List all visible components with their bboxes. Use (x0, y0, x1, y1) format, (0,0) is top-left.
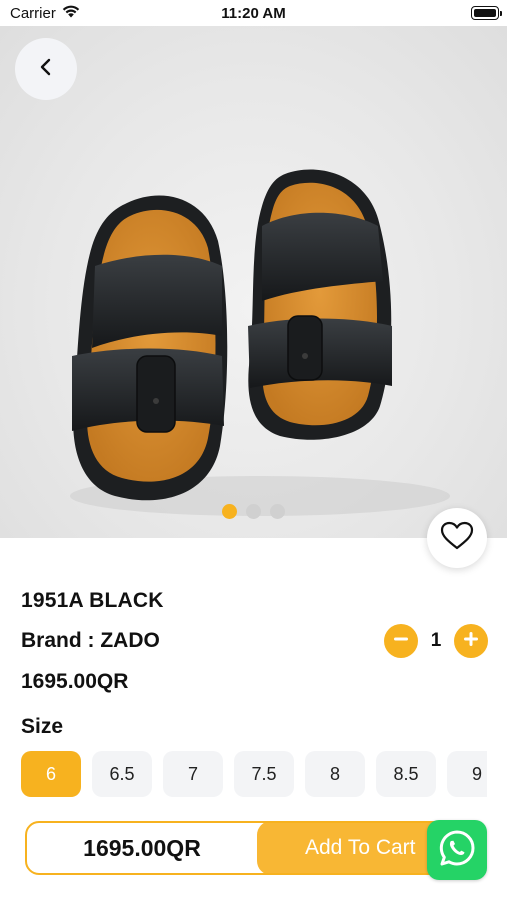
size-option[interactable]: 7.5 (234, 751, 294, 797)
size-selector: 6 6.5 7 7.5 8 8.5 9 (21, 751, 487, 797)
whatsapp-button[interactable] (427, 820, 487, 880)
carousel-dot[interactable] (222, 504, 237, 519)
quantity-value: 1 (430, 630, 442, 651)
decrease-quantity-button[interactable] (384, 624, 418, 658)
whatsapp-icon (437, 828, 477, 873)
plus-icon (462, 630, 480, 653)
product-name: 1951A BLACK (21, 589, 164, 612)
status-bar: Carrier 11:20 AM (0, 0, 507, 26)
quantity-stepper: 1 (384, 623, 488, 659)
cart-bar: 1695.00QR Add To Cart (25, 821, 465, 875)
size-label: Size (21, 715, 64, 738)
size-option[interactable]: 9 (447, 751, 487, 797)
carousel-dot[interactable] (246, 504, 261, 519)
product-price: 1695.00QR (21, 670, 129, 693)
add-to-cart-label: Add To Cart (305, 836, 416, 859)
size-option[interactable]: 6 (21, 751, 81, 797)
product-brand: Brand : ZADO (21, 629, 160, 652)
size-option[interactable]: 8.5 (376, 751, 436, 797)
size-option[interactable]: 8 (305, 751, 365, 797)
size-option[interactable]: 6.5 (92, 751, 152, 797)
minus-icon (392, 630, 410, 653)
battery-icon (471, 6, 502, 20)
heart-icon (440, 521, 474, 556)
chevron-left-icon (38, 57, 54, 82)
carousel-indicator (0, 504, 507, 519)
status-time: 11:20 AM (221, 5, 286, 22)
cart-total-price: 1695.00QR (83, 834, 201, 861)
favorite-button[interactable] (427, 508, 487, 568)
increase-quantity-button[interactable] (454, 624, 488, 658)
product-image-carousel[interactable] (0, 26, 507, 538)
size-option[interactable]: 7 (163, 751, 223, 797)
back-button[interactable] (15, 38, 77, 100)
carousel-dot[interactable] (270, 504, 285, 519)
product-image (70, 169, 450, 516)
